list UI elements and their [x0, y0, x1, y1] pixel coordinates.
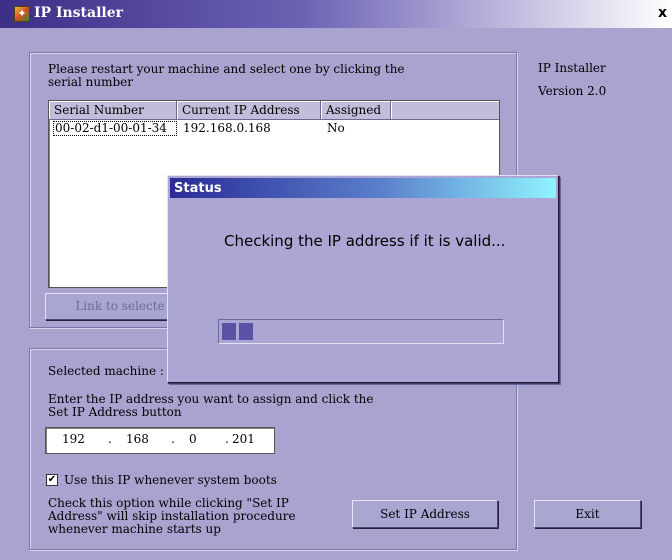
ip-dot: . [225, 432, 229, 446]
status-message: Checking the IP address if it is valid..… [224, 232, 506, 250]
current-ip-cell[interactable]: 192.168.0.168 [183, 121, 271, 136]
column-header-empty [391, 101, 499, 120]
selected-machine-label: Selected machine : [48, 364, 164, 378]
column-header-serial-number[interactable]: Serial Number [49, 101, 177, 120]
status-dialog-title: Status [174, 181, 222, 196]
version-label: Version 2.0 [538, 84, 607, 98]
ip-octet-3[interactable]: 0 [189, 433, 197, 446]
ip-dot: . [171, 432, 175, 446]
ip-octet-4[interactable]: 201 [232, 433, 255, 446]
window-title: IP Installer [34, 5, 124, 21]
ip-octet-2[interactable]: 168 [126, 433, 149, 446]
instruction-text-line2: serial number [48, 75, 133, 89]
progress-bar [218, 319, 504, 344]
column-header-current-ip[interactable]: Current IP Address [177, 101, 321, 120]
ip-dot: . [108, 432, 112, 446]
set-ip-address-button[interactable]: Set IP Address [352, 500, 498, 528]
enter-ip-text-line2: Set IP Address button [48, 405, 182, 419]
serial-number-cell[interactable]: 00-02-d1-00-01-34 [55, 121, 167, 136]
close-icon[interactable]: x [658, 5, 672, 23]
progress-block [239, 323, 253, 340]
ip-address-input[interactable]: 192 . 168 . 0 . 201 [45, 427, 275, 454]
status-dialog-title-bar[interactable]: Status [170, 178, 556, 198]
app-icon: ✦ [14, 6, 30, 22]
status-dialog: Status Checking the IP address if it is … [167, 175, 559, 383]
use-ip-on-boot-checkbox[interactable]: ✔ [46, 474, 58, 486]
note-text-line3: whenever machine starts up [48, 522, 221, 536]
use-ip-on-boot-label[interactable]: Use this IP whenever system boots [64, 474, 277, 487]
exit-button[interactable]: Exit [534, 500, 641, 528]
assigned-cell[interactable]: No [327, 121, 345, 136]
progress-block [222, 323, 236, 340]
ip-octet-1[interactable]: 192 [62, 433, 85, 446]
column-header-assigned[interactable]: Assigned [321, 101, 391, 120]
app-name-label: IP Installer [538, 61, 606, 75]
